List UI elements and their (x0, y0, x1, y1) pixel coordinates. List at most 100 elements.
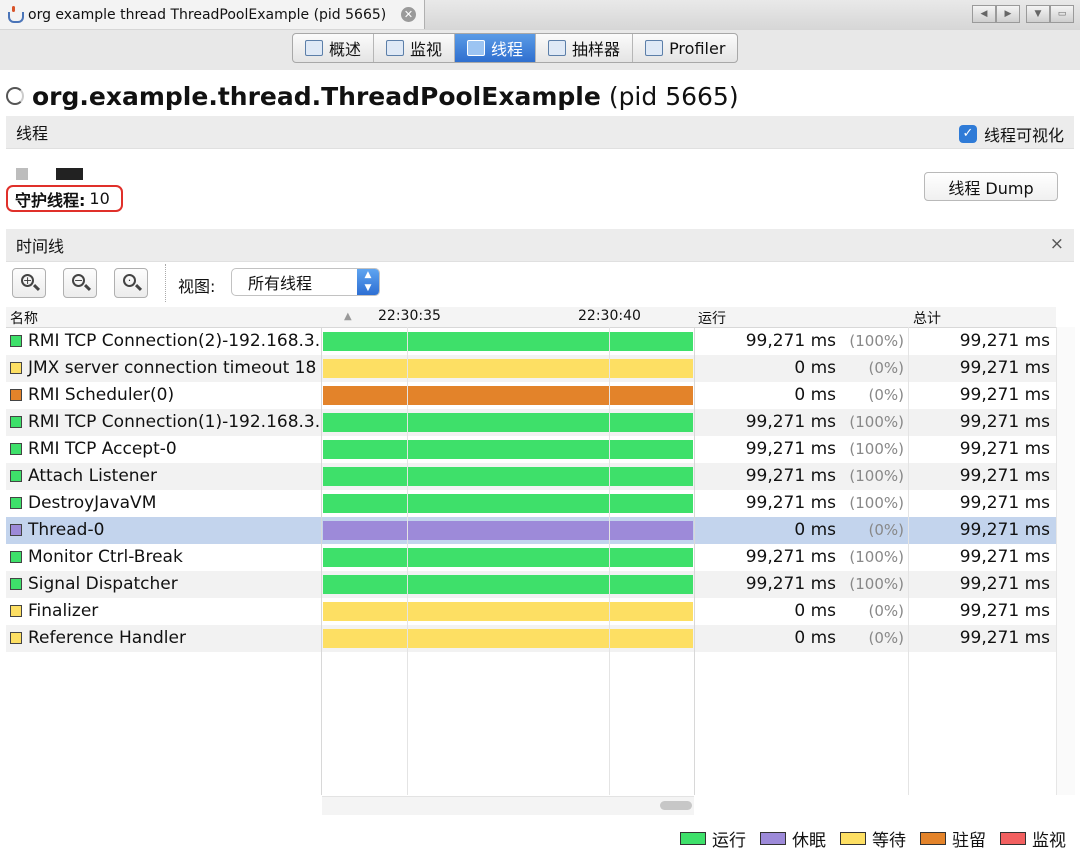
daemon-threads-value: 10 (89, 189, 110, 208)
legend-item-running: 运行 (680, 826, 746, 851)
thread-name-cell: RMI TCP Connection(2)-192.168.3. (10, 331, 322, 351)
timeline-gridline (609, 327, 610, 795)
thread-name: RMI Scheduler(0) (28, 385, 175, 405)
total-time: 99,271 ms (959, 331, 1050, 351)
view-tab-2[interactable]: 线程 (455, 34, 537, 62)
java-cup-icon (6, 5, 24, 24)
legend-swatch (680, 832, 706, 845)
view-switcher-row: 概述 监视 线程 抽样器 Profiler (0, 30, 1080, 70)
running-percent: (0%) (868, 521, 904, 539)
running-time: 0 ms (794, 520, 836, 540)
thread-state-swatch (10, 578, 22, 590)
running-percent: (0%) (868, 629, 904, 647)
column-header-total[interactable]: 总计 (913, 308, 941, 328)
close-timeline-icon[interactable]: × (1050, 234, 1064, 254)
process-id: (pid 5665) (608, 81, 739, 111)
maximize-icon[interactable]: ▭ (1050, 5, 1074, 23)
total-time: 99,271 ms (959, 412, 1050, 432)
thread-name: Finalizer (28, 601, 99, 621)
running-time: 99,271 ms (745, 466, 836, 486)
legend-label: 驻留 (952, 831, 986, 851)
running-percent: (100%) (849, 575, 904, 593)
dropdown-icon[interactable]: ▼ (1026, 5, 1050, 23)
view-select[interactable]: 所有线程 ▲ ▼ (231, 268, 380, 296)
total-time: 99,271 ms (959, 358, 1050, 378)
thread-name-cell: Monitor Ctrl-Break (10, 547, 322, 567)
zoom-in-button[interactable]: + (12, 268, 46, 298)
column-header-name[interactable]: 名称 (10, 308, 38, 328)
profiler-icon (645, 40, 664, 56)
loading-spinner-icon (6, 87, 24, 105)
running-time: 99,271 ms (745, 493, 836, 513)
running-time: 0 ms (794, 628, 836, 648)
thread-state-swatch (10, 605, 22, 617)
scrollbar-thumb[interactable] (660, 801, 692, 810)
overview-icon (305, 40, 323, 56)
timeline-column (321, 327, 695, 795)
legend-label: 休眠 (792, 831, 826, 851)
legend-swatch (760, 832, 786, 845)
thread-name: JMX server connection timeout 18 (28, 358, 317, 378)
thread-state-swatch (10, 416, 22, 428)
checkmark-icon: ✓ (958, 125, 977, 143)
total-time: 99,271 ms (959, 574, 1050, 594)
total-time: 99,271 ms (959, 520, 1050, 540)
thread-state-swatch (10, 524, 22, 536)
legend-label: 运行 (712, 831, 746, 851)
thread-state-swatch (10, 497, 22, 509)
running-time: 99,271 ms (745, 574, 836, 594)
table-header: 名称 ▲ 22:30:35 22:30:40 运行 总计 (6, 307, 1056, 328)
scroll-right-icon[interactable]: ▶ (996, 5, 1020, 23)
view-tab-0[interactable]: 概述 (293, 34, 375, 62)
legend-item-parked: 驻留 (920, 826, 986, 851)
running-time: 0 ms (794, 358, 836, 378)
close-tab-icon[interactable]: ✕ (401, 7, 416, 22)
thread-name-cell: RMI Scheduler(0) (10, 385, 322, 405)
thread-name-cell: Finalizer (10, 601, 322, 621)
thread-name: Thread-0 (28, 520, 105, 540)
legend-swatch (840, 832, 866, 845)
total-time: 99,271 ms (959, 601, 1050, 621)
view-select-value: 所有线程 (248, 274, 313, 293)
thread-state-swatch (10, 632, 22, 644)
thread-dump-button[interactable]: 线程 Dump (924, 172, 1058, 201)
running-percent: (0%) (868, 359, 904, 377)
timeline-time-1: 22:30:35 (378, 308, 441, 324)
column-header-run[interactable]: 运行 (698, 308, 726, 328)
view-tab-4[interactable]: Profiler (633, 34, 737, 62)
legend-swatch (1000, 832, 1026, 845)
table-vertical-scrollbar[interactable] (1056, 327, 1075, 795)
thread-state-swatch (10, 362, 22, 374)
visualize-threads-label: 线程可视化 (983, 126, 1064, 145)
running-percent: (100%) (849, 413, 904, 431)
scroll-left-icon[interactable]: ◀ (972, 5, 996, 23)
running-time: 99,271 ms (745, 412, 836, 432)
total-time: 99,271 ms (959, 385, 1050, 405)
view-tab-1[interactable]: 监视 (374, 34, 456, 62)
running-percent: (100%) (849, 548, 904, 566)
daemon-threads-swatch (56, 168, 83, 180)
legend-item-sleeping: 休眠 (760, 826, 826, 851)
document-tab[interactable]: org example thread ThreadPoolExample (pi… (0, 0, 425, 29)
running-percent: (100%) (849, 467, 904, 485)
legend-swatch (920, 832, 946, 845)
view-tab-label: 概述 (329, 40, 362, 59)
daemon-threads-label: 守护线程: (15, 190, 86, 210)
thread-state-swatch (10, 389, 22, 401)
thread-state-swatch (10, 443, 22, 455)
zoom-out-button[interactable]: − (63, 268, 97, 298)
select-arrows-icon: ▲ ▼ (357, 269, 379, 295)
thread-name: Monitor Ctrl-Break (28, 547, 183, 567)
total-time: 99,271 ms (959, 628, 1050, 648)
total-time: 99,271 ms (959, 439, 1050, 459)
timeline-section-label: 时间线 (16, 237, 65, 256)
sort-ascending-icon[interactable]: ▲ (344, 311, 352, 322)
view-tab-3[interactable]: 抽样器 (536, 34, 634, 62)
running-percent: (100%) (849, 494, 904, 512)
running-percent: (100%) (849, 440, 904, 458)
timeline-horizontal-scrollbar[interactable] (322, 796, 694, 815)
running-percent: (100%) (849, 332, 904, 350)
visualize-threads-checkbox[interactable]: ✓ 线程可视化 (958, 122, 1064, 146)
fit-zoom-button[interactable]: · (114, 268, 148, 298)
view-tab-label: 监视 (410, 40, 443, 59)
